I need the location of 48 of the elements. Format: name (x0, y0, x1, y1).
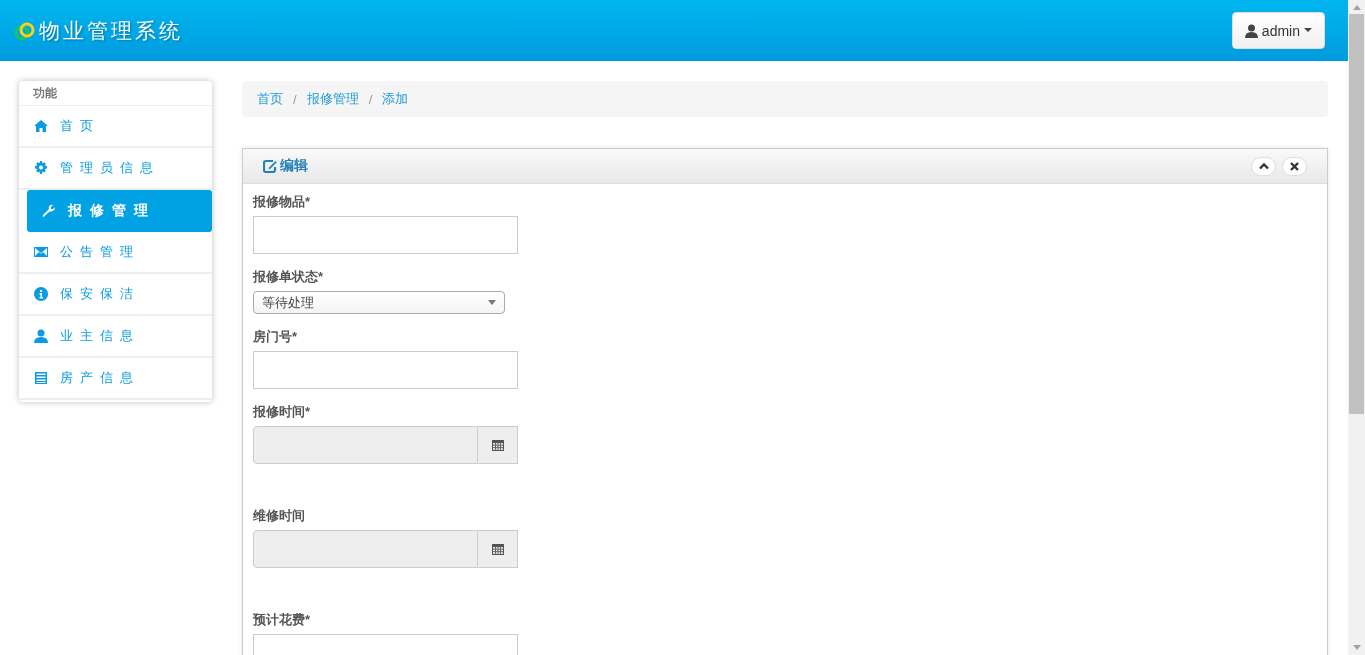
user-icon (1244, 23, 1258, 38)
field-label: 报修物品* (253, 194, 311, 210)
field-label: 房门号* (253, 329, 298, 345)
close-button[interactable] (1282, 156, 1307, 176)
list-icon (34, 371, 48, 385)
dropdown-arrow-icon (488, 300, 496, 305)
status-dropdown[interactable]: 等待处理 (253, 291, 505, 314)
calendar-icon (491, 543, 504, 555)
user-icon (34, 329, 48, 343)
sidebar-item[interactable]: 公告管理 (19, 232, 212, 274)
home-icon (34, 119, 48, 133)
app-title: 物业管理系统 (39, 17, 183, 45)
calendar-button[interactable] (478, 426, 518, 464)
chevron-up-icon (1258, 162, 1269, 170)
close-icon (1290, 161, 1299, 171)
calendar-button[interactable] (478, 530, 518, 568)
breadcrumb-separator: / (292, 91, 298, 107)
sidebar-item[interactable]: 业主信息 (19, 316, 212, 358)
edit-icon (263, 159, 277, 173)
field-label: 维修时间 (253, 508, 305, 524)
breadcrumb-separator: / (367, 91, 374, 107)
info-icon (34, 287, 48, 301)
sidebar-item[interactable]: 报修管理 (27, 190, 212, 232)
scrollbar[interactable] (1348, 0, 1365, 655)
sidebar-heading: 功能 (19, 81, 212, 106)
field-label: 报修单状态* (253, 269, 324, 285)
gear-icon (34, 161, 48, 175)
field-label: 报修时间* (253, 404, 311, 420)
sidebar-item[interactable]: 首页 (19, 106, 212, 148)
rings-logo-icon (14, 20, 36, 41)
calendar-icon (491, 439, 504, 451)
input-field[interactable] (253, 216, 518, 254)
mail-icon (34, 245, 48, 259)
scrollbar-thumb[interactable] (1349, 14, 1364, 414)
sidebar-item[interactable]: 房产信息 (19, 358, 212, 400)
collapse-button[interactable] (1251, 156, 1276, 176)
input-field[interactable] (253, 351, 518, 389)
breadcrumb-link[interactable]: 首页 (257, 90, 283, 108)
caret-icon (1304, 28, 1312, 33)
scroll-down-icon (1352, 645, 1361, 650)
field-label: 预计花费* (253, 612, 311, 628)
breadcrumb-link[interactable]: 报修管理 (306, 90, 359, 108)
user-menu-button[interactable]: admin (1231, 12, 1325, 49)
sidebar-item[interactable]: 保安保洁 (19, 274, 212, 316)
scroll-up-icon (1352, 5, 1361, 10)
panel-title: 编辑 (280, 157, 308, 175)
wrench-icon (42, 204, 56, 218)
breadcrumb-link[interactable]: 添加 (382, 90, 409, 108)
